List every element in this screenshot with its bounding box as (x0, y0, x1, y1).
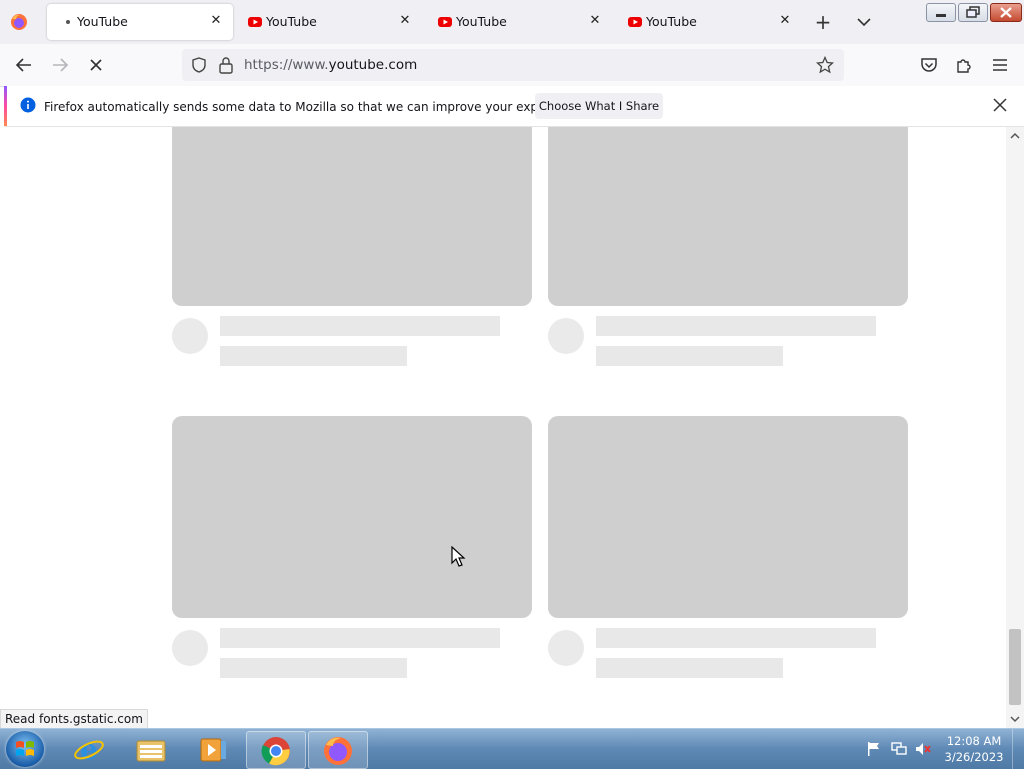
restore-icon (966, 6, 980, 18)
video-thumbnail-placeholder[interactable] (548, 416, 908, 618)
tab-title: YouTube (266, 14, 317, 29)
video-meta-placeholder (596, 658, 783, 678)
tab-youtube-3[interactable]: YouTube ✕ (426, 4, 612, 40)
status-panel: Read fonts.gstatic.com (0, 709, 148, 729)
extensions-puzzle-icon[interactable] (953, 54, 975, 76)
loading-dot-icon (66, 20, 70, 24)
list-all-tabs-icon[interactable] (854, 13, 874, 31)
youtube-icon (628, 17, 642, 27)
back-arrow-icon[interactable] (13, 54, 35, 76)
tab-title: YouTube (456, 14, 507, 29)
minimize-icon (936, 14, 946, 17)
clock-time: 12:08 AM (946, 734, 1002, 748)
scroll-up-arrow-icon[interactable] (1010, 131, 1020, 141)
channel-avatar-placeholder (548, 630, 584, 666)
close-tab-icon[interactable]: ✕ (586, 12, 604, 30)
windows-logo-icon (16, 741, 34, 756)
minimize-button[interactable] (926, 3, 956, 22)
firefox-icon (324, 737, 352, 765)
channel-avatar-placeholder (548, 318, 584, 354)
media-player-icon (200, 738, 226, 762)
volume-muted-icon[interactable] (914, 741, 932, 757)
navigation-toolbar: https://www.youtube.com (0, 44, 1024, 87)
url-domain: youtube.com (328, 57, 418, 73)
restore-button[interactable] (958, 3, 988, 22)
video-title-placeholder (220, 316, 500, 336)
video-title-placeholder (596, 316, 876, 336)
video-meta-placeholder (220, 658, 407, 678)
address-bar[interactable]: https://www.youtube.com (182, 49, 844, 81)
bookmark-star-icon[interactable] (816, 56, 834, 74)
network-icon[interactable] (890, 741, 908, 757)
scroll-down-arrow-icon[interactable] (1010, 714, 1020, 724)
tab-title: YouTube (646, 14, 697, 29)
scrollbar-thumb[interactable] (1009, 629, 1021, 705)
tracking-protection-shield-icon[interactable] (190, 56, 208, 74)
mouse-cursor-icon (451, 546, 466, 567)
close-window-button[interactable] (990, 3, 1022, 22)
hamburger-menu-icon[interactable] (989, 54, 1011, 76)
taskbar-firefox[interactable] (308, 731, 368, 769)
taskbar-file-explorer[interactable] (122, 731, 180, 767)
url-prefix: https://www. (244, 57, 329, 73)
notification-message: Firefox automatically sends some data to… (44, 100, 587, 114)
taskbar: e 12:08 AM 3/26/2023 (0, 728, 1024, 769)
internet-explorer-icon: e (74, 735, 104, 765)
tab-youtube-2[interactable]: YouTube ✕ (236, 4, 422, 40)
start-button[interactable] (6, 731, 44, 767)
taskbar-media-player[interactable] (184, 731, 242, 767)
channel-avatar-placeholder (172, 630, 208, 666)
tab-youtube-4[interactable]: YouTube ✕ (616, 4, 802, 40)
close-tab-icon[interactable]: ✕ (776, 12, 794, 30)
taskbar-chrome[interactable] (246, 731, 306, 769)
chrome-icon (261, 737, 290, 766)
system-clock[interactable]: 12:08 AM 3/26/2023 (942, 733, 1006, 765)
close-tab-icon[interactable]: ✕ (207, 12, 225, 30)
stop-loading-icon[interactable] (85, 54, 107, 76)
page-content (0, 127, 1006, 728)
video-title-placeholder (220, 628, 500, 648)
tab-strip: YouTube ✕ YouTube ✕ YouTube ✕ YouTube ✕ … (0, 0, 1024, 44)
new-tab-button[interactable]: + (812, 11, 834, 33)
clock-date: 3/26/2023 (944, 750, 1004, 764)
youtube-icon (438, 17, 452, 27)
folder-icon (136, 740, 166, 762)
choose-what-i-share-button[interactable]: Choose What I Share (535, 93, 663, 119)
data-collection-notification: Firefox automatically sends some data to… (4, 86, 1024, 127)
video-thumbnail-placeholder[interactable] (172, 127, 532, 306)
url-text[interactable]: https://www.youtube.com (244, 57, 417, 73)
channel-avatar-placeholder (172, 318, 208, 354)
show-desktop-button[interactable] (1012, 729, 1024, 769)
pocket-icon[interactable] (918, 54, 940, 76)
taskbar-internet-explorer[interactable]: e (60, 731, 118, 767)
action-center-flag-icon[interactable] (866, 741, 882, 757)
info-icon (20, 97, 36, 113)
lock-icon[interactable] (218, 56, 234, 74)
video-thumbnail-placeholder[interactable] (172, 416, 532, 618)
close-notification-icon[interactable] (992, 97, 1008, 113)
video-title-placeholder (596, 628, 876, 648)
video-meta-placeholder (596, 346, 783, 366)
close-tab-icon[interactable]: ✕ (396, 12, 414, 30)
tab-youtube-1[interactable]: YouTube ✕ (47, 4, 233, 40)
youtube-icon (248, 17, 262, 27)
svg-text:e: e (80, 735, 98, 765)
notification-accent-bar (4, 86, 7, 126)
video-thumbnail-placeholder[interactable] (548, 127, 908, 306)
vertical-scrollbar[interactable] (1006, 127, 1024, 728)
firefox-view-icon[interactable] (10, 13, 28, 31)
video-meta-placeholder (220, 346, 407, 366)
forward-arrow-icon[interactable] (49, 54, 71, 76)
close-icon (1000, 7, 1012, 18)
tab-title: YouTube (77, 14, 128, 29)
